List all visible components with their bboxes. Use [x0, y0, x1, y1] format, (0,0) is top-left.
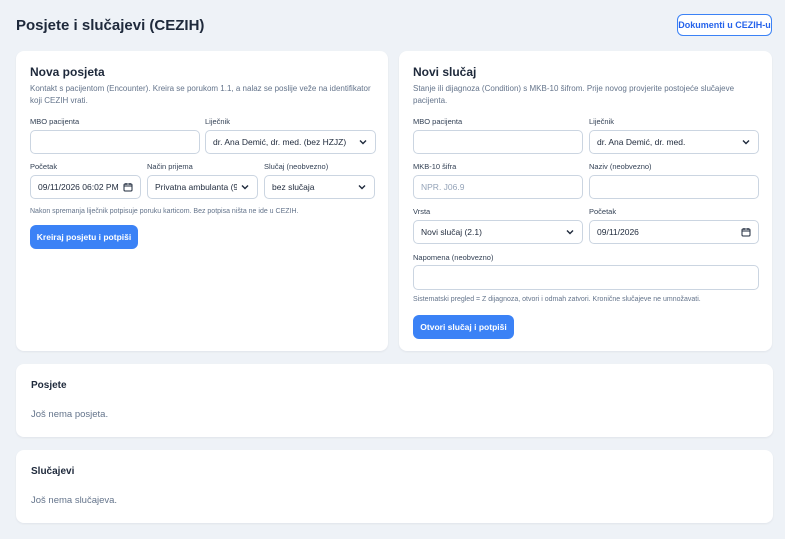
- cases-card: Slučajevi Još nema slučajeva.: [16, 450, 773, 523]
- calendar-icon: [741, 228, 751, 237]
- case-doctor-select[interactable]: dr. Ana Demić, dr. med.: [589, 130, 759, 154]
- case-icd-label: MKB-10 šifra: [413, 162, 457, 171]
- case-type-label: Vrsta: [413, 207, 431, 216]
- create-visit-button[interactable]: Kreiraj posjetu i potpiši: [30, 225, 138, 249]
- chevron-down-icon: [241, 185, 249, 190]
- open-case-button[interactable]: Otvori slučaj i potpiši: [413, 315, 514, 339]
- visit-signature-note: Nakon spremanja liječnik potpisuje poruk…: [30, 208, 299, 215]
- case-name-label: Naziv (neobvezno): [589, 162, 652, 171]
- case-mbo-label: MBO pacijenta: [413, 117, 463, 126]
- new-case-title: Novi slučaj: [413, 65, 477, 79]
- visit-start-value: 09/11/2026 06:02 PM: [38, 182, 119, 192]
- visit-mbo-label: MBO pacijenta: [30, 117, 80, 126]
- visit-doctor-value: dr. Ana Demić, dr. med. (bez HZJZ): [213, 137, 347, 147]
- new-visit-title: Nova posjeta: [30, 65, 105, 79]
- new-visit-description: Kontakt s pacijentom (Encounter). Kreira…: [30, 84, 371, 105]
- visit-doctor-label: Liječnik: [205, 117, 231, 126]
- visits-card: Posjete Još nema posjeta.: [16, 364, 773, 437]
- cases-empty-message: Još nema slučajeva.: [31, 495, 118, 506]
- new-case-description: Stanje ili dijagnoza (Condition) s MKB-1…: [413, 84, 735, 105]
- case-type-value: Novi slučaj (2.1): [421, 227, 482, 237]
- case-remark-label: Napomena (neobvezno): [413, 253, 494, 262]
- visit-case-label: Slučaj (neobvezno): [264, 162, 329, 171]
- case-type-select[interactable]: Novi slučaj (2.1): [413, 220, 583, 244]
- visit-mbo-input[interactable]: [30, 130, 200, 154]
- calendar-icon: [123, 183, 133, 192]
- case-start-value: 09/11/2026: [597, 227, 639, 237]
- chevron-down-icon: [359, 140, 367, 145]
- case-name-input[interactable]: [589, 175, 759, 199]
- case-start-label: Početak: [589, 207, 617, 216]
- page-title: Posjete i slučajevi (CEZIH): [16, 17, 205, 34]
- visit-admission-select[interactable]: Privatna ambulanta (9): [147, 175, 258, 199]
- chevron-down-icon: [742, 140, 750, 145]
- new-visit-card: Nova posjeta Kontakt s pacijentom (Encou…: [16, 51, 388, 351]
- case-start-input[interactable]: 09/11/2026: [589, 220, 759, 244]
- visits-title: Posjete: [31, 380, 67, 391]
- case-doctor-label: Liječnik: [589, 117, 615, 126]
- visit-doctor-select[interactable]: dr. Ana Demić, dr. med. (bez HZJZ): [205, 130, 376, 154]
- visit-admission-label: Način prijema: [147, 162, 193, 171]
- case-checkup-note: Sistematski pregled = Z dijagnoza, otvor…: [413, 296, 701, 303]
- new-case-card: Novi slučaj Stanje ili dijagnoza (Condit…: [399, 51, 772, 351]
- visit-case-select[interactable]: bez slučaja: [264, 175, 375, 199]
- case-icd-input[interactable]: NPR. J06.9: [413, 175, 583, 199]
- page-header: Posjete i slučajevi (CEZIH) Dokumenti u …: [16, 14, 772, 38]
- chevron-down-icon: [566, 230, 574, 235]
- case-remark-input[interactable]: [413, 265, 759, 290]
- visit-case-value: bez slučaja: [272, 182, 315, 192]
- chevron-down-icon: [358, 185, 366, 190]
- case-doctor-value: dr. Ana Demić, dr. med.: [597, 137, 686, 147]
- case-icd-placeholder: NPR. J06.9: [421, 182, 465, 192]
- case-mbo-input[interactable]: [413, 130, 583, 154]
- cezih-documents-button[interactable]: Dokumenti u CEZIH-u: [677, 14, 772, 36]
- visit-admission-value: Privatna ambulanta (9): [155, 182, 237, 192]
- visit-start-label: Početak: [30, 162, 58, 171]
- cases-title: Slučajevi: [31, 466, 75, 477]
- visits-empty-message: Još nema posjeta.: [31, 409, 109, 420]
- visit-start-input[interactable]: 09/11/2026 06:02 PM: [30, 175, 141, 199]
